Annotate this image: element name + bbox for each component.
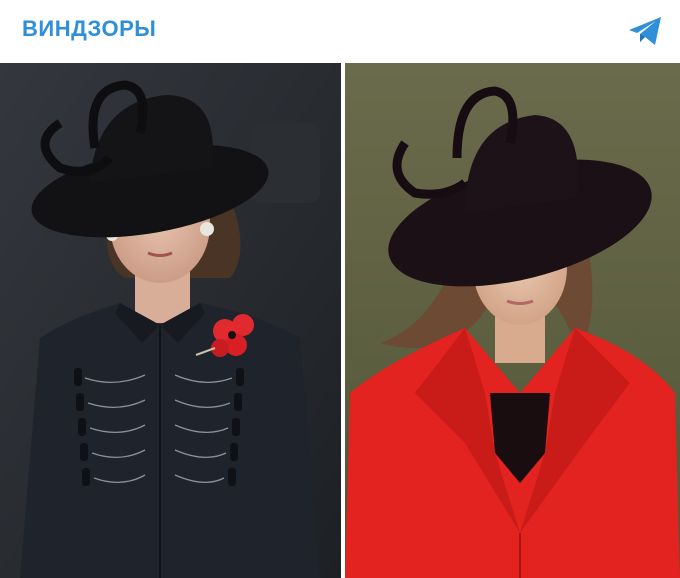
telegram-plane-icon[interactable] bbox=[626, 12, 664, 50]
left-photo bbox=[0, 63, 341, 578]
right-photo bbox=[345, 63, 680, 578]
channel-title[interactable]: ВИНДЗОРЫ bbox=[22, 16, 156, 42]
channel-header: ВИНДЗОРЫ bbox=[0, 0, 680, 62]
